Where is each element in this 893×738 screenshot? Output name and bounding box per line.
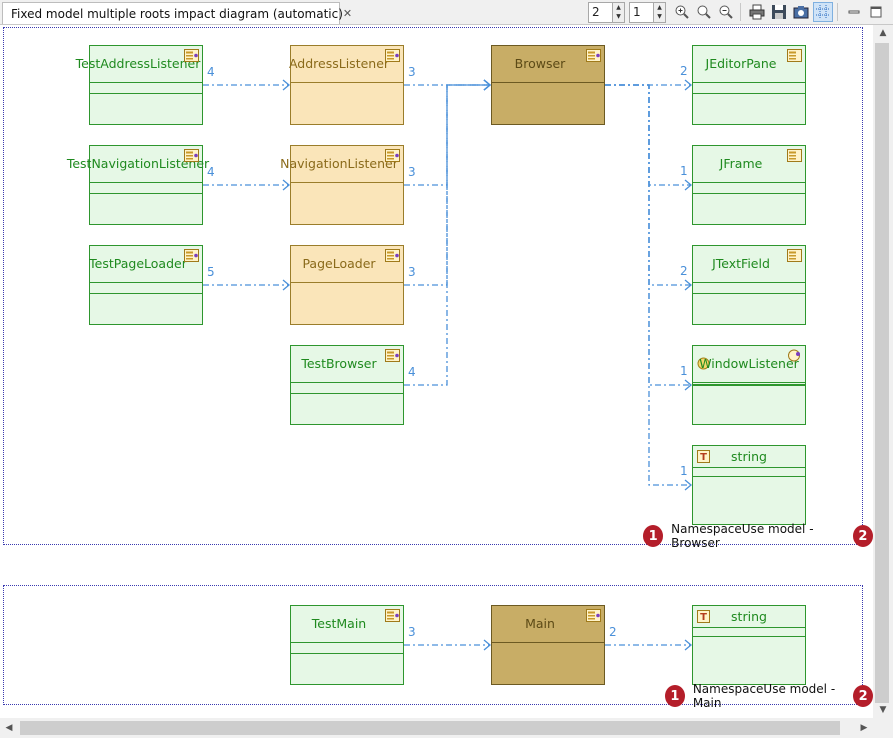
node-string[interactable]: T string <box>692 605 806 685</box>
vertical-scrollbar[interactable]: ▲ ▼ <box>873 25 893 718</box>
node-string[interactable]: T string <box>692 445 806 525</box>
print-icon <box>749 4 765 20</box>
minimize-button[interactable] <box>844 2 864 22</box>
zoom-fit-icon <box>697 5 711 19</box>
class-icon <box>787 149 802 162</box>
node-browser[interactable]: Browser <box>491 45 605 125</box>
node-testmain[interactable]: TestMain <box>290 605 404 685</box>
first-badge: 1 <box>665 685 685 707</box>
node-testbrowser[interactable]: TestBrowser <box>290 345 404 425</box>
edge-count-label: 1 <box>680 364 688 378</box>
horizontal-scrollbar[interactable]: ◀ ▶ <box>0 718 873 738</box>
node-windowlistener[interactable]: WindowListener <box>692 345 806 425</box>
node-jframe[interactable]: JFrame <box>692 145 806 225</box>
class-icon <box>385 49 400 62</box>
main-model-caption: 1 NamespaceUse model - Main 2 <box>665 682 874 710</box>
node-testpageloader[interactable]: TestPageLoader <box>89 245 203 325</box>
class-icon <box>184 49 199 62</box>
class-icon <box>184 149 199 162</box>
edge-count-label: 4 <box>408 365 416 379</box>
edge-browser-string[interactable] <box>605 84 691 486</box>
edge-count-label: 1 <box>680 164 688 178</box>
level-spinner[interactable]: 1 ▲ ▼ <box>629 1 666 23</box>
edge-count-label: 4 <box>207 165 215 179</box>
scroll-up-icon[interactable]: ▲ <box>873 25 893 41</box>
caption-text: NamespaceUse model - Main <box>692 682 836 710</box>
depth-spinner[interactable]: 2 ▲ ▼ <box>588 1 625 23</box>
diagram-canvas[interactable]: TestAddressListener TestNavigationListen… <box>0 25 874 718</box>
class-icon <box>385 609 400 622</box>
edge-browser-windowlistener[interactable] <box>605 84 691 386</box>
node-title: string <box>693 606 805 628</box>
class-icon <box>787 249 802 262</box>
class-icon <box>385 349 400 362</box>
node-jtextfield[interactable]: JTextField <box>692 245 806 325</box>
zoom-out-icon <box>719 5 733 19</box>
horizontal-scroll-thumb[interactable] <box>20 721 840 735</box>
editor-tab-title: Fixed model multiple roots impact diagra… <box>11 6 343 21</box>
caption-text: NamespaceUse model - Browser <box>671 522 814 550</box>
node-testaddresslistener[interactable]: TestAddressListener <box>76 45 203 125</box>
edge-count-label: 3 <box>408 165 416 179</box>
vertical-scroll-thumb[interactable] <box>875 43 889 703</box>
node-testnavigationlistener[interactable]: TestNavigationListener <box>67 145 209 225</box>
class-icon <box>787 49 802 62</box>
depth-value[interactable]: 2 <box>589 4 612 21</box>
minimize-icon <box>848 10 860 14</box>
maximize-icon <box>870 6 882 18</box>
spinner-up-icon[interactable]: ▲ <box>654 3 665 13</box>
node-navigationlistener[interactable]: NavigationListener <box>280 145 404 225</box>
edge-count-label: 2 <box>680 64 688 78</box>
interface-type-icon <box>788 349 800 362</box>
grid-toggle-button[interactable] <box>813 2 833 22</box>
zoom-fit-button[interactable] <box>694 2 714 22</box>
node-main[interactable]: Main <box>491 605 605 685</box>
close-icon[interactable]: ✕ <box>343 7 352 20</box>
edge-count-label: 3 <box>408 65 416 79</box>
node-addresslistener[interactable]: AddressListener <box>289 45 404 125</box>
edge-count-label: 4 <box>207 65 215 79</box>
second-badge: 2 <box>852 525 873 547</box>
scroll-left-icon[interactable]: ◀ <box>0 718 18 738</box>
edge-count-label: 3 <box>408 625 416 639</box>
node-jeditorpane[interactable]: JEditorPane <box>692 45 806 125</box>
scroll-right-icon[interactable]: ▶ <box>855 718 873 738</box>
scroll-down-icon[interactable]: ▼ <box>873 702 893 718</box>
level-value[interactable]: 1 <box>630 4 653 21</box>
class-icon <box>385 149 400 162</box>
class-icon <box>184 249 199 262</box>
edge-count-label: 2 <box>680 264 688 278</box>
export-image-icon <box>793 6 809 19</box>
edge-browser-jframe[interactable] <box>605 84 691 186</box>
node-pageloader[interactable]: PageLoader <box>290 245 404 325</box>
diagram-toolbar: 2 ▲ ▼ 1 ▲ ▼ <box>588 1 886 23</box>
editor-tab-bar: Fixed model multiple roots impact diagra… <box>0 0 893 25</box>
export-image-button[interactable] <box>791 2 811 22</box>
maximize-button[interactable] <box>866 2 886 22</box>
edge-count-label: 2 <box>609 625 617 639</box>
first-badge: 1 <box>643 525 664 547</box>
edge-count-label: 3 <box>408 265 416 279</box>
save-button[interactable] <box>769 2 789 22</box>
class-icon <box>586 609 601 622</box>
save-icon <box>772 5 786 19</box>
spinner-up-icon[interactable]: ▲ <box>613 3 624 13</box>
class-icon <box>586 49 601 62</box>
print-button[interactable] <box>747 2 767 22</box>
spinner-down-icon[interactable]: ▼ <box>654 12 665 22</box>
zoom-in-icon <box>675 5 689 19</box>
node-title: string <box>693 446 805 468</box>
spinner-down-icon[interactable]: ▼ <box>613 12 624 22</box>
grid-icon <box>816 5 830 19</box>
edge-testbrowser-browser[interactable] <box>404 84 490 386</box>
second-badge: 2 <box>853 685 874 707</box>
edge-count-label: 1 <box>680 464 688 478</box>
editor-tab[interactable]: Fixed model multiple roots impact diagra… <box>2 2 352 24</box>
browser-model-caption: 1 NamespaceUse model - Browser 2 <box>643 522 873 550</box>
zoom-out-button[interactable] <box>716 2 736 22</box>
class-icon <box>385 249 400 262</box>
zoom-in-button[interactable] <box>672 2 692 22</box>
edge-count-label: 5 <box>207 265 215 279</box>
